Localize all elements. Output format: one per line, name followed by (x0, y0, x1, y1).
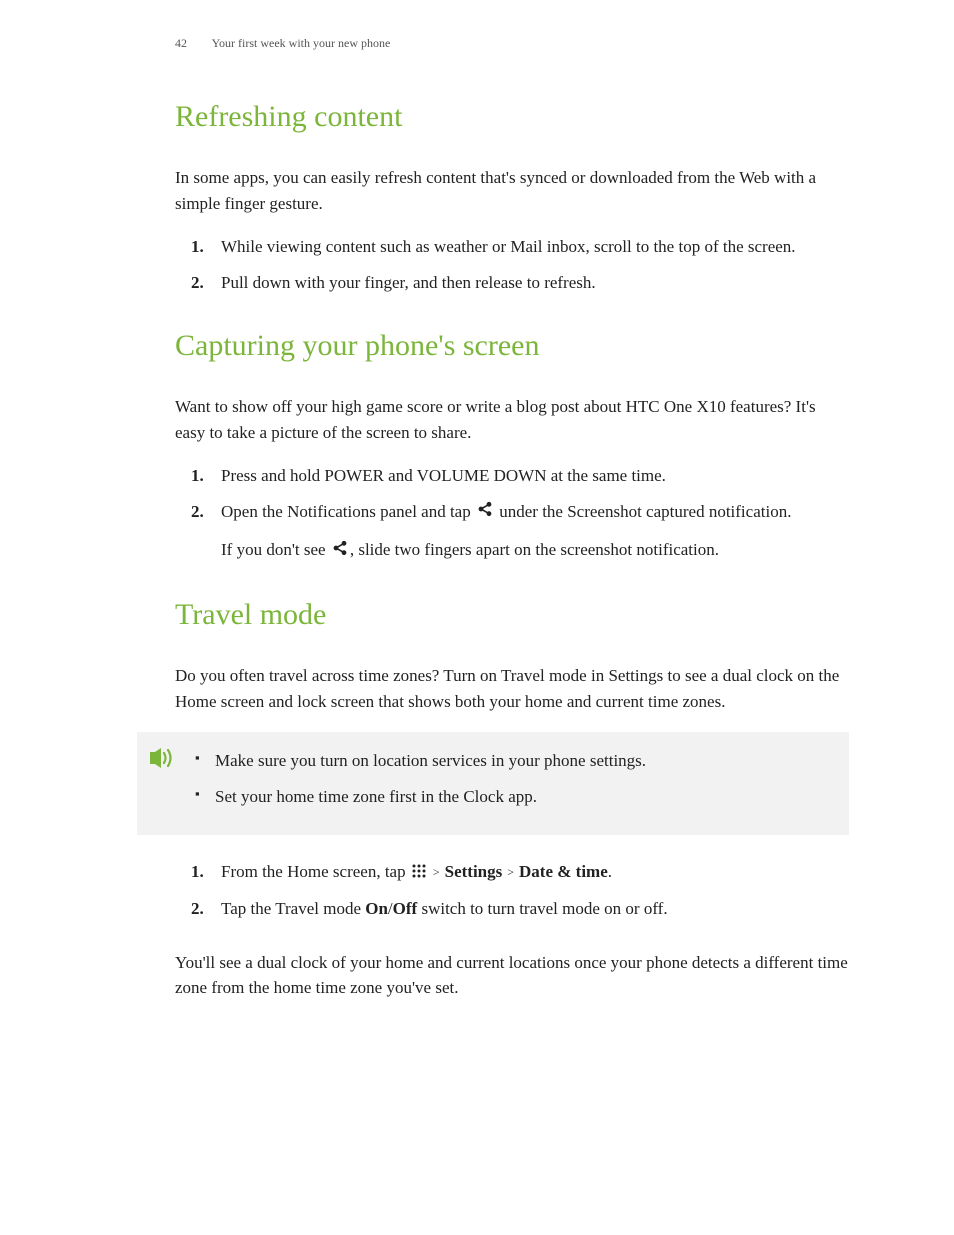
chevron-right-icon: > (430, 865, 443, 879)
document-page: 42 Your first week with your new phone R… (0, 0, 954, 1001)
section-heading-refreshing: Refreshing content (175, 94, 849, 139)
section-heading-travel: Travel mode (175, 592, 849, 637)
apps-grid-icon (412, 860, 426, 886)
step-text: Open the Notifications panel and tap und… (221, 502, 791, 521)
list-item: 1.Press and hold POWER and VOLUME DOWN a… (215, 463, 849, 489)
tip-box: Make sure you turn on location services … (137, 732, 849, 835)
section-intro: Do you often travel across time zones? T… (175, 663, 849, 714)
step-text: Pull down with your finger, and then rel… (221, 273, 596, 292)
share-icon (332, 538, 348, 564)
list-item: 2. Open the Notifications panel and tap … (215, 499, 849, 565)
label-off: Off (393, 899, 418, 918)
section-heading-capturing: Capturing your phone's screen (175, 323, 849, 368)
section-intro: Want to show off your high game score or… (175, 394, 849, 445)
list-item: 1.While viewing content such as weather … (215, 234, 849, 260)
step-list: 1.While viewing content such as weather … (175, 234, 849, 295)
menu-path-settings: Settings (445, 862, 503, 881)
chapter-title: Your first week with your new phone (212, 36, 391, 50)
label-on: On (365, 899, 388, 918)
section-outro: You'll see a dual clock of your home and… (175, 950, 849, 1001)
step-text: From the Home screen, tap > Settings > D… (221, 862, 612, 881)
share-icon (477, 499, 493, 525)
menu-path-datetime: Date & time (519, 862, 608, 881)
step-subtext: If you don't see , slide two fingers apa… (221, 537, 849, 564)
step-text: Press and hold POWER and VOLUME DOWN at … (221, 466, 666, 485)
chevron-right-icon: > (504, 865, 517, 879)
list-item: Set your home time zone first in the Clo… (195, 784, 829, 810)
tip-text: Make sure you turn on location services … (215, 751, 646, 770)
step-text: Tap the Travel mode On/Off switch to tur… (221, 899, 668, 918)
list-item: 2. Tap the Travel mode On/Off switch to … (215, 896, 849, 922)
step-list: 1. From the Home screen, tap > Settings … (175, 859, 849, 921)
page-header: 42 Your first week with your new phone (175, 34, 849, 52)
page-number: 42 (175, 36, 187, 50)
list-item: Make sure you turn on location services … (195, 748, 829, 774)
tip-text: Set your home time zone first in the Clo… (215, 787, 537, 806)
step-list: 1.Press and hold POWER and VOLUME DOWN a… (175, 463, 849, 564)
tip-icon (147, 746, 177, 778)
list-item: 2.Pull down with your finger, and then r… (215, 270, 849, 296)
tip-list: Make sure you turn on location services … (195, 748, 829, 809)
list-item: 1. From the Home screen, tap > Settings … (215, 859, 849, 886)
step-text: While viewing content such as weather or… (221, 237, 796, 256)
section-intro: In some apps, you can easily refresh con… (175, 165, 849, 216)
